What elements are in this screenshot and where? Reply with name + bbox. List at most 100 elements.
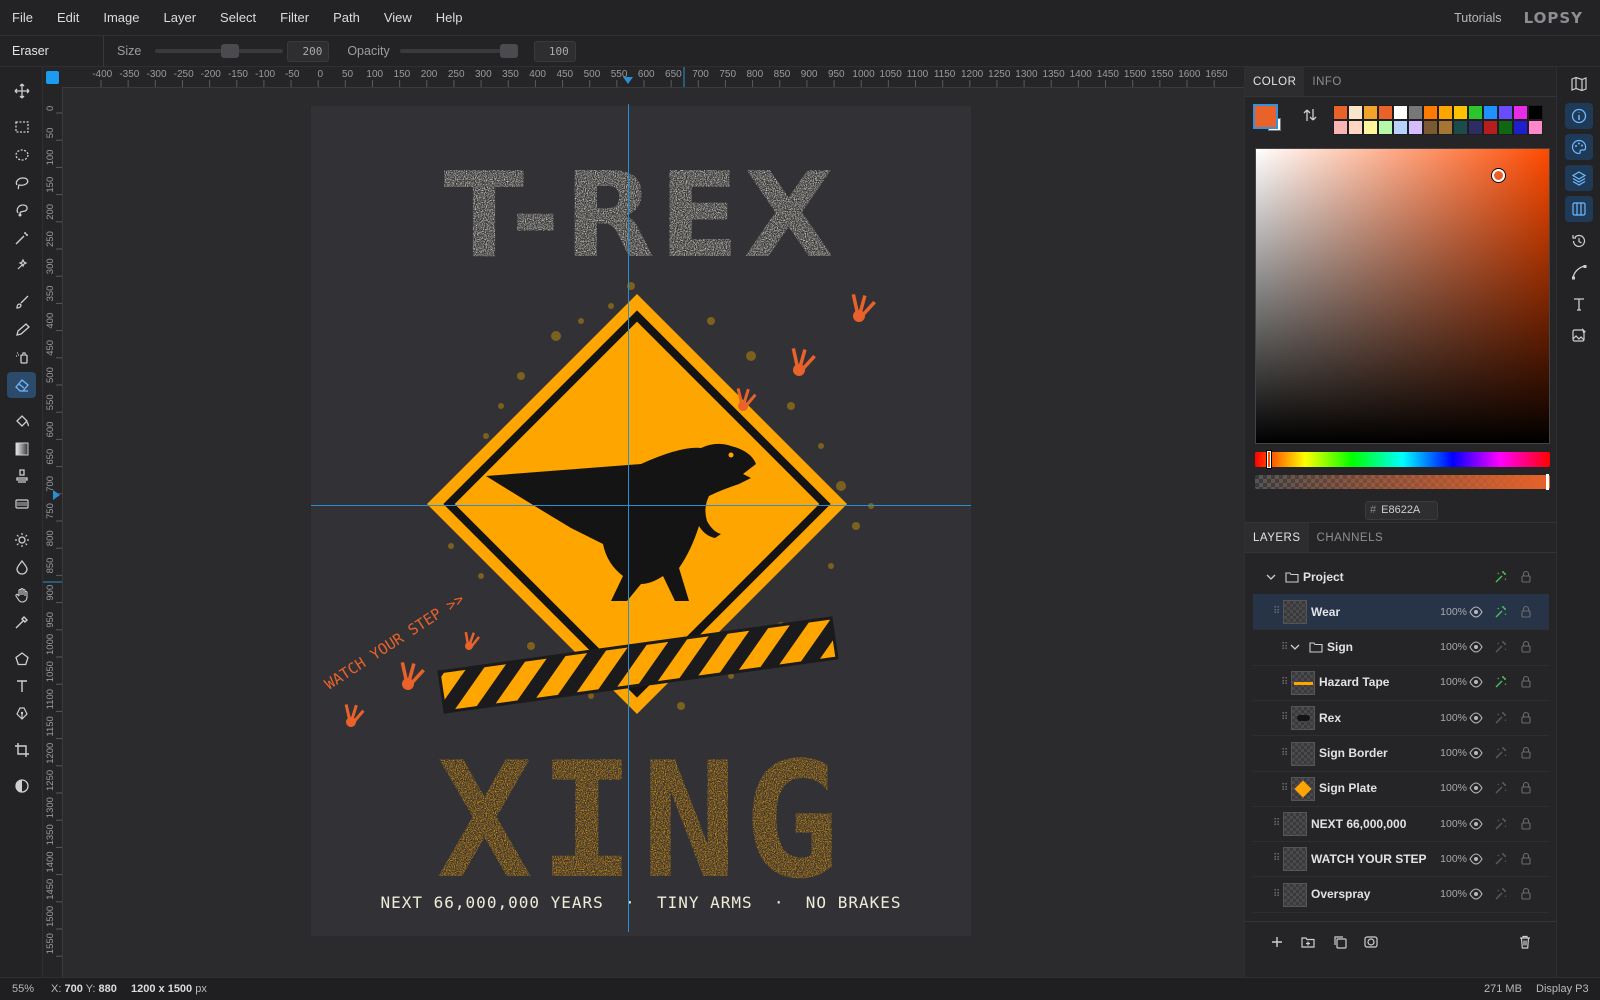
smudge-tool[interactable] <box>7 491 36 517</box>
lock-icon[interactable] <box>1519 640 1533 654</box>
swap-colors-icon[interactable] <box>1302 107 1318 123</box>
layer-name[interactable]: Wear <box>1311 605 1340 619</box>
stamp-tool[interactable] <box>7 463 36 489</box>
drag-handle-icon[interactable]: ⠿ <box>1273 606 1280 617</box>
drag-handle-icon[interactable]: ⠿ <box>1273 889 1280 900</box>
foreground-color-swatch[interactable] <box>1253 104 1278 129</box>
tutorials-link[interactable]: Tutorials <box>1454 11 1501 25</box>
layer-name[interactable]: Overspray <box>1311 887 1370 901</box>
dodge-tool[interactable] <box>7 527 36 553</box>
lock-icon[interactable] <box>1519 887 1533 901</box>
color-swatch[interactable] <box>1348 105 1363 120</box>
color-swatch[interactable] <box>1408 120 1423 135</box>
layer-mask-icon[interactable] <box>1363 934 1379 950</box>
layer-row[interactable]: ⠿ Rex 100% <box>1253 700 1549 737</box>
hex-input[interactable]: # E8622A <box>1365 501 1438 520</box>
crop-tool[interactable] <box>7 737 36 763</box>
layer-opacity[interactable]: 100% <box>1437 782 1467 794</box>
trash-icon[interactable] <box>1517 934 1533 950</box>
color-swatch[interactable] <box>1483 105 1498 120</box>
layers-button[interactable] <box>1565 165 1593 191</box>
visibility-eye-icon[interactable] <box>1469 605 1483 619</box>
color-swatch[interactable] <box>1513 120 1528 135</box>
layer-opacity[interactable]: 100% <box>1437 747 1467 759</box>
menu-filter[interactable]: Filter <box>268 0 321 36</box>
menu-edit[interactable]: Edit <box>45 0 91 36</box>
menu-layer[interactable]: Layer <box>152 0 209 36</box>
add-layer-icon[interactable] <box>1269 934 1285 950</box>
alpha-slider-thumb[interactable] <box>1546 474 1549 490</box>
color-swatch[interactable] <box>1438 105 1453 120</box>
color-swatch[interactable] <box>1468 105 1483 120</box>
horizontal-guide[interactable] <box>311 505 971 506</box>
tab-info[interactable]: INFO <box>1304 67 1349 96</box>
menu-help[interactable]: Help <box>424 0 475 36</box>
visibility-eye-icon[interactable] <box>1469 675 1483 689</box>
layer-opacity[interactable]: 100% <box>1437 888 1467 900</box>
chevron-down-icon[interactable] <box>1289 641 1301 653</box>
layer-row[interactable]: ⠿ Hazard Tape 100% <box>1253 665 1549 701</box>
lock-icon[interactable] <box>1519 746 1533 760</box>
artboard[interactable]: T-REX WATCH YOUR STEP >> XING NEXT 66,00… <box>311 106 971 936</box>
drag-handle-icon[interactable]: ⠿ <box>1273 853 1280 864</box>
color-swatch[interactable] <box>1423 120 1438 135</box>
visibility-eye-icon[interactable] <box>1469 640 1483 654</box>
color-swatch[interactable] <box>1528 105 1543 120</box>
color-swatch[interactable] <box>1333 120 1348 135</box>
pencil-tool[interactable] <box>7 317 36 343</box>
layer-row[interactable]: ⠿ Wear 100% <box>1253 594 1549 631</box>
text-tool[interactable] <box>7 673 36 699</box>
ruler-origin[interactable] <box>43 67 62 88</box>
layer-effects-icon[interactable] <box>1494 817 1508 831</box>
saturation-value-picker[interactable] <box>1255 148 1550 444</box>
color-swatch[interactable] <box>1333 105 1348 120</box>
layer-effects-icon[interactable] <box>1494 887 1508 901</box>
history-button[interactable] <box>1565 228 1593 254</box>
layer-effects-icon[interactable] <box>1494 605 1508 619</box>
color-swatch[interactable] <box>1378 120 1393 135</box>
color-swatch[interactable] <box>1528 120 1543 135</box>
info-button[interactable] <box>1565 103 1593 129</box>
visibility-eye-icon[interactable] <box>1469 781 1483 795</box>
lock-icon[interactable] <box>1519 675 1533 689</box>
layer-row[interactable]: Project <box>1253 559 1549 595</box>
image-button[interactable] <box>1565 322 1593 348</box>
color-swatch[interactable] <box>1423 105 1438 120</box>
lock-icon[interactable] <box>1519 852 1533 866</box>
vertical-ruler[interactable]: 0 50 100 150 200 250 300 350 400 450 500 550 600 650 7… <box>43 88 63 977</box>
layer-name[interactable]: Sign <box>1327 640 1353 654</box>
visibility-eye-icon[interactable] <box>1469 746 1483 760</box>
size-slider[interactable] <box>155 44 284 58</box>
lock-icon[interactable] <box>1519 781 1533 795</box>
pen-tool[interactable] <box>7 700 36 726</box>
layer-name[interactable]: Rex <box>1319 711 1341 725</box>
layer-effects-icon[interactable] <box>1494 675 1508 689</box>
tab-color[interactable]: COLOR <box>1245 67 1305 96</box>
menu-path[interactable]: Path <box>321 0 372 36</box>
chevron-down-icon[interactable] <box>1265 571 1277 583</box>
magic-wand-tool[interactable] <box>7 225 36 251</box>
layer-row[interactable]: ⠿ Sign Plate 100% <box>1253 771 1549 807</box>
layer-row[interactable]: ⠿ NEXT 66,000,000 100% <box>1253 806 1549 843</box>
polygon-tool[interactable] <box>7 646 36 672</box>
opacity-input[interactable]: 100 <box>533 40 576 62</box>
new-group-icon[interactable] <box>1300 934 1316 950</box>
lasso-tool[interactable] <box>7 170 36 196</box>
layer-effects-icon[interactable] <box>1494 640 1508 654</box>
color-swatch[interactable] <box>1513 105 1528 120</box>
canvas-viewport[interactable]: T-REX WATCH YOUR STEP >> XING NEXT 66,00… <box>63 88 1244 977</box>
eraser-tool[interactable] <box>7 372 36 398</box>
ellipse-marquee-tool[interactable] <box>7 142 36 168</box>
color-button[interactable] <box>1565 134 1593 160</box>
burn-tool[interactable] <box>7 554 36 580</box>
drag-handle-icon[interactable]: ⠿ <box>1273 818 1280 829</box>
fill-tool[interactable] <box>7 408 36 434</box>
color-swatch[interactable] <box>1438 120 1453 135</box>
contrast-tool[interactable] <box>7 773 36 799</box>
color-swatch[interactable] <box>1378 105 1393 120</box>
layer-row[interactable]: ⠿ Overspray 100% <box>1253 877 1549 913</box>
lock-icon[interactable] <box>1519 817 1533 831</box>
drag-handle-icon[interactable]: ⠿ <box>1281 783 1288 794</box>
color-swatch[interactable] <box>1468 120 1483 135</box>
color-swatch[interactable] <box>1393 105 1408 120</box>
